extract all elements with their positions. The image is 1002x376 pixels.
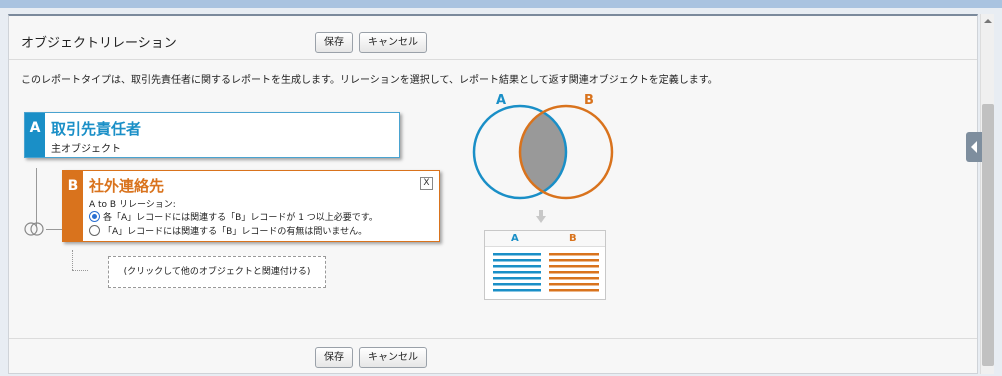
panel-header: オブジェクトリレーション 保存 キャンセル [9, 16, 977, 60]
cancel-button[interactable]: キャンセル [359, 32, 427, 53]
object-a-name: 取引先責任者 [51, 120, 142, 138]
relation-option-label: 「A」レコードには関連する「B」レコードの有無は問いません。 [103, 227, 368, 237]
result-table-rows [493, 253, 599, 292]
object-b-tag: B [63, 171, 83, 241]
remove-object-button[interactable]: X [420, 177, 433, 190]
object-b-name: 社外連絡先 [89, 177, 165, 195]
result-col-a: A [511, 233, 519, 244]
link-icon [24, 222, 44, 236]
add-related-object-link[interactable]: (クリックして他のオブジェクトと関連付ける) [108, 256, 326, 288]
venn-diagram: A B [472, 93, 614, 200]
down-arrow-icon [536, 210, 546, 223]
side-panel-toggle[interactable] [966, 132, 982, 162]
object-a-tag: A [25, 113, 45, 157]
venn-label-a: A [496, 93, 506, 108]
panel-title: オブジェクトリレーション [21, 36, 177, 51]
venn-label-b: B [584, 93, 594, 108]
save-button[interactable]: 保存 [315, 32, 353, 53]
radio-selected-icon[interactable] [89, 211, 100, 222]
panel-footer: 保存 キャンセル [9, 338, 977, 374]
top-header-bar [0, 0, 1002, 8]
relation-option-required[interactable]: 各「A」レコードには関連する「B」レコードが 1 つ以上必要です。 [89, 210, 378, 223]
footer-save-button[interactable]: 保存 [315, 347, 353, 368]
related-object-box: B 社外連絡先 X A to B リレーション: 各「A」レコードには関連する「… [62, 170, 440, 242]
result-col-b: B [569, 233, 577, 244]
relation-connector-line [36, 168, 37, 226]
radio-unselected-icon[interactable] [89, 225, 100, 236]
relation-option-optional[interactable]: 「A」レコードには関連する「B」レコードの有無は問いません。 [89, 224, 367, 237]
chevron-left-icon [971, 141, 977, 153]
scrollbar-thumb[interactable] [982, 104, 994, 366]
footer-cancel-button[interactable]: キャンセル [359, 347, 427, 368]
panel-description: このレポートタイプは、取引先責任者に関するレポートを生成します。リレーションを選… [21, 75, 718, 86]
result-table-figure: A B [484, 230, 606, 300]
relation-connector-branch [46, 229, 62, 230]
result-table-header: A B [485, 231, 605, 247]
add-connector-branch [72, 270, 88, 271]
add-connector-line [72, 250, 73, 270]
primary-object-box: A 取引先責任者 主オブジェクト [24, 112, 400, 158]
relation-option-label: 各「A」レコードには関連する「B」レコードが 1 つ以上必要です。 [103, 213, 378, 223]
relation-label: A to B リレーション: [89, 200, 176, 210]
object-a-role: 主オブジェクト [51, 144, 121, 155]
scroll-up-icon[interactable] [982, 16, 994, 26]
